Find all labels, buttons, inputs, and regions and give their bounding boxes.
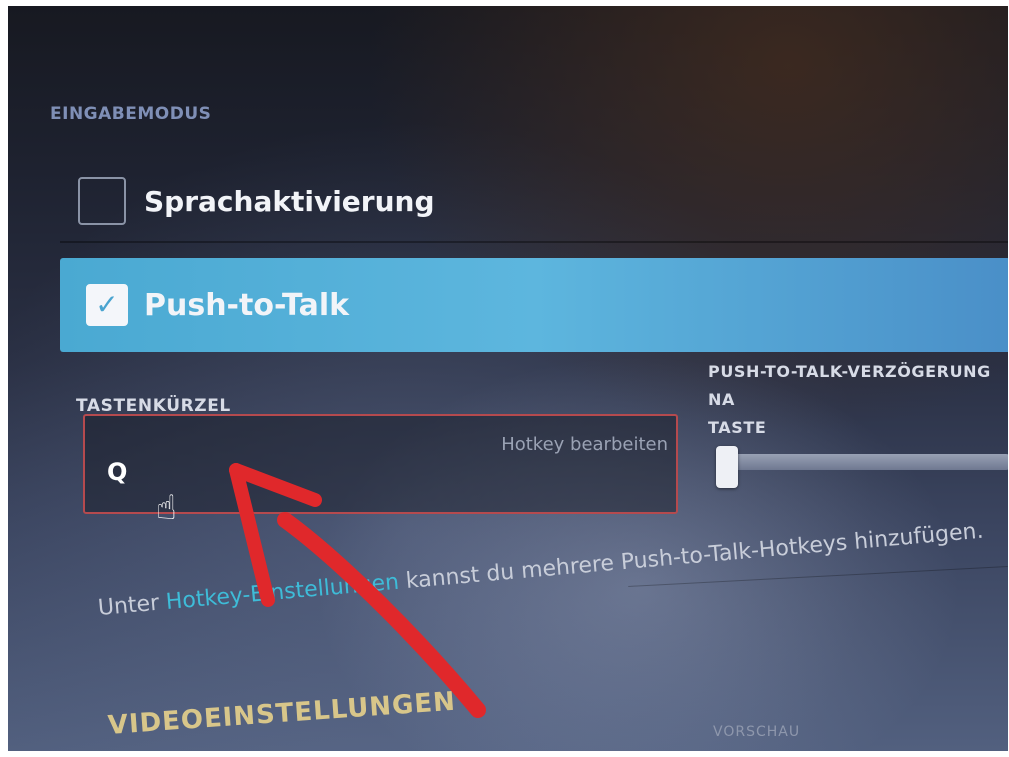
hotkey-settings-link[interactable]: Hotkey-Einstellungen [165, 570, 400, 615]
push-to-talk-checkbox[interactable]: ✓ [86, 284, 128, 326]
shortcut-label: TASTENKÜRZEL [76, 396, 231, 416]
delay-slider-track[interactable] [722, 454, 1008, 470]
edit-hotkey-button[interactable]: Hotkey bearbeiten [501, 434, 668, 455]
push-to-talk-delay-label: PUSH-TO-TALK-VERZÖGERUNG NA TASTE [708, 362, 991, 437]
hotkey-hint: Unter Hotkey-Einstellungen kannst du meh… [97, 519, 985, 621]
input-mode-title: EINGABEMODUS [50, 104, 212, 124]
voice-settings-screen: EINGABEMODUS Sprachaktivierung ✓ Push-to… [8, 6, 1008, 751]
checkmark-icon: ✓ [95, 288, 119, 321]
hotkey-value: Q [107, 458, 128, 486]
hint-prefix: Unter [96, 590, 168, 621]
delay-slider-handle[interactable] [716, 446, 738, 488]
hand-pointer-icon: ☝ [156, 488, 177, 528]
voice-activity-label: Sprachaktivierung [144, 184, 435, 218]
video-settings-title: VIDEOEINSTELLUNGEN [106, 686, 457, 741]
option-voice-activity[interactable]: Sprachaktivierung [60, 161, 1008, 243]
voice-activity-checkbox[interactable] [78, 177, 126, 225]
option-push-to-talk[interactable]: ✓ Push-to-Talk [60, 258, 1008, 352]
push-to-talk-label: Push-to-Talk [144, 287, 350, 323]
preview-label: VORSCHAU [713, 724, 801, 740]
